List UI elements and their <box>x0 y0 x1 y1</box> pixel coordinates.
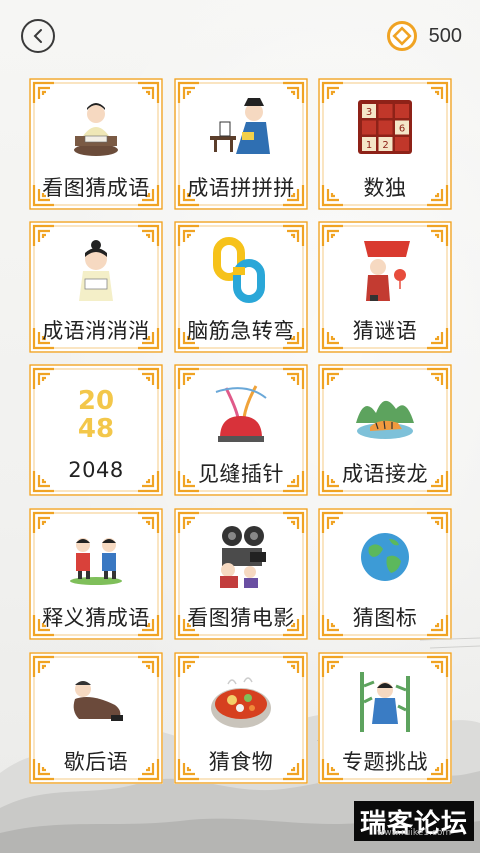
sudoku-icon: 3 6 1 2 <box>318 92 452 162</box>
game-card[interactable]: 释义猜成语 <box>29 508 163 640</box>
game-card-label: 猜图标 <box>352 606 418 630</box>
game-card[interactable]: 歇后语 <box>29 652 163 784</box>
forum-watermark: 瑞客论坛 www.ruike1.com <box>354 801 474 841</box>
chain-links-icon <box>174 235 308 305</box>
svg-text:6: 6 <box>399 124 405 135</box>
game-card[interactable]: 成语接龙 <box>318 364 452 496</box>
scholar-reading-icon <box>29 92 163 162</box>
scholar-desk-icon <box>174 92 308 162</box>
game-card-label: 看图猜成语 <box>42 176 150 200</box>
game-card[interactable]: 专题挑战 <box>318 652 452 784</box>
two-children-icon <box>29 522 163 592</box>
game-card[interactable]: 3 6 1 2 数独 <box>318 78 452 210</box>
coin-count: 500 <box>428 24 462 47</box>
globe-icon <box>318 522 452 592</box>
game-card-label: 释义猜成语 <box>42 606 150 630</box>
tiger-landscape-icon <box>318 378 452 448</box>
game-card-label: 猜谜语 <box>352 319 418 343</box>
game-card[interactable]: 20 48 2048 <box>29 364 163 496</box>
watermark-url: www.ruike1.com <box>376 828 452 838</box>
chevron-left-icon <box>33 29 42 43</box>
game-card-label: 数独 <box>363 176 407 200</box>
game-card-label: 成语接龙 <box>342 462 428 486</box>
game-card-label: 脑筋急转弯 <box>187 319 295 343</box>
ink-stroke-decoration <box>420 637 480 649</box>
svg-text:3: 3 <box>366 107 372 118</box>
svg-text:2: 2 <box>382 140 388 151</box>
svg-text:48: 48 <box>78 414 114 443</box>
game-card[interactable]: 看图猜成语 <box>29 78 163 210</box>
film-projector-icon <box>174 522 308 592</box>
game-card[interactable]: 成语消消消 <box>29 221 163 353</box>
game-card-label: 见缝插针 <box>198 462 284 486</box>
game-card[interactable]: 见缝插针 <box>174 364 308 496</box>
pincushion-icon <box>174 378 308 448</box>
game-card-label: 专题挑战 <box>342 750 428 774</box>
number-2048-icon: 20 48 <box>29 378 163 448</box>
game-card[interactable]: 成语拼拼拼 <box>174 78 308 210</box>
coin-balance: 500 <box>386 18 462 54</box>
child-scholar-icon <box>29 235 163 305</box>
game-card[interactable]: 猜谜语 <box>318 221 452 353</box>
reclining-monk-icon <box>29 666 163 736</box>
game-card-label: 看图猜电影 <box>187 606 295 630</box>
bamboo-child-icon <box>318 666 452 736</box>
hotpot-icon <box>174 666 308 736</box>
svg-text:1: 1 <box>366 140 372 151</box>
coin-icon <box>386 21 417 51</box>
game-card-label: 成语消消消 <box>42 319 150 343</box>
game-card-label: 猜食物 <box>208 750 274 774</box>
svg-text:20: 20 <box>78 386 114 416</box>
lantern-riddle-icon <box>318 235 452 305</box>
game-card[interactable]: 猜图标 <box>318 508 452 640</box>
back-button[interactable] <box>21 19 55 53</box>
top-bar: 500 <box>0 0 480 72</box>
game-card[interactable]: 脑筋急转弯 <box>174 221 308 353</box>
game-card-label: 歇后语 <box>63 750 129 774</box>
game-card[interactable]: 看图猜电影 <box>174 508 308 640</box>
game-card-label: 成语拼拼拼 <box>187 176 295 200</box>
game-card[interactable]: 猜食物 <box>174 652 308 784</box>
game-card-label: 2048 <box>68 458 124 482</box>
